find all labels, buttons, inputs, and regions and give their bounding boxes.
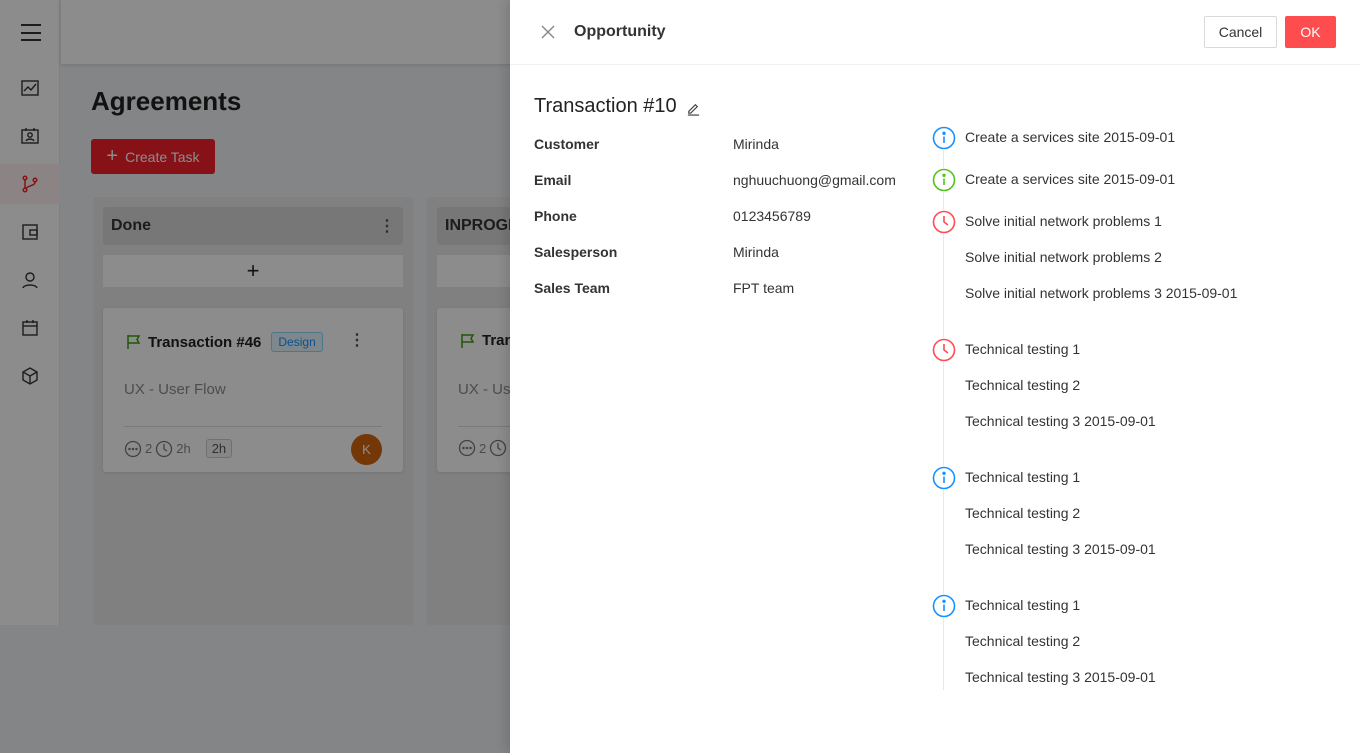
email-label: Email [534, 172, 572, 188]
timeline-item: Technical testing 3 2015-09-01 [965, 669, 1156, 685]
timeline-item: Technical testing 3 2015-09-01 [965, 541, 1156, 557]
edit-icon[interactable] [686, 101, 701, 116]
ok-button[interactable]: OK [1285, 16, 1336, 48]
transaction-title-text: Transaction #10 [534, 95, 677, 117]
close-icon[interactable] [540, 24, 556, 40]
timeline-item: Technical testing 2 [965, 377, 1081, 393]
info-icon [932, 466, 956, 490]
timeline-item: Technical testing 3 2015-09-01 [965, 413, 1156, 429]
clock-icon [932, 338, 956, 362]
timeline-item: Technical testing 1 [965, 469, 1081, 485]
timeline-item: Create a services site 2015-09-01 [965, 171, 1176, 187]
drawer-title: Opportunity [574, 23, 666, 40]
customer-value: Mirinda [733, 136, 779, 152]
drawer-header: Opportunity Cancel OK [510, 0, 1360, 65]
info-icon [932, 594, 956, 618]
customer-label: Customer [534, 136, 600, 152]
info-icon [932, 168, 956, 192]
timeline-item: Technical testing 1 [965, 341, 1081, 357]
timeline-item: Technical testing 1 [965, 597, 1081, 613]
email-value: nghuuchuong@gmail.com [733, 172, 896, 188]
salesperson-label: Salesperson [534, 244, 618, 260]
cancel-button[interactable]: Cancel [1204, 16, 1277, 48]
sales-team-label: Sales Team [534, 280, 611, 296]
opportunity-drawer: Opportunity Cancel OK Transaction #10 Cu… [510, 0, 1360, 753]
timeline-item: Solve initial network problems 3 2015-09… [965, 285, 1238, 301]
clock-icon [932, 210, 956, 234]
timeline-item: Technical testing 2 [965, 505, 1081, 521]
timeline-item: Create a services site 2015-09-01 [965, 129, 1176, 145]
transaction-title: Transaction #10 [534, 95, 701, 118]
timeline-item: Technical testing 2 [965, 633, 1081, 649]
phone-label: Phone [534, 208, 577, 224]
timeline-item: Solve initial network problems 2 [965, 249, 1162, 265]
timeline-item: Solve initial network problems 1 [965, 213, 1162, 229]
info-icon [932, 126, 956, 150]
salesperson-value: Mirinda [733, 244, 779, 260]
sales-team-value: FPT team [733, 280, 795, 296]
phone-value: 0123456789 [733, 208, 811, 224]
